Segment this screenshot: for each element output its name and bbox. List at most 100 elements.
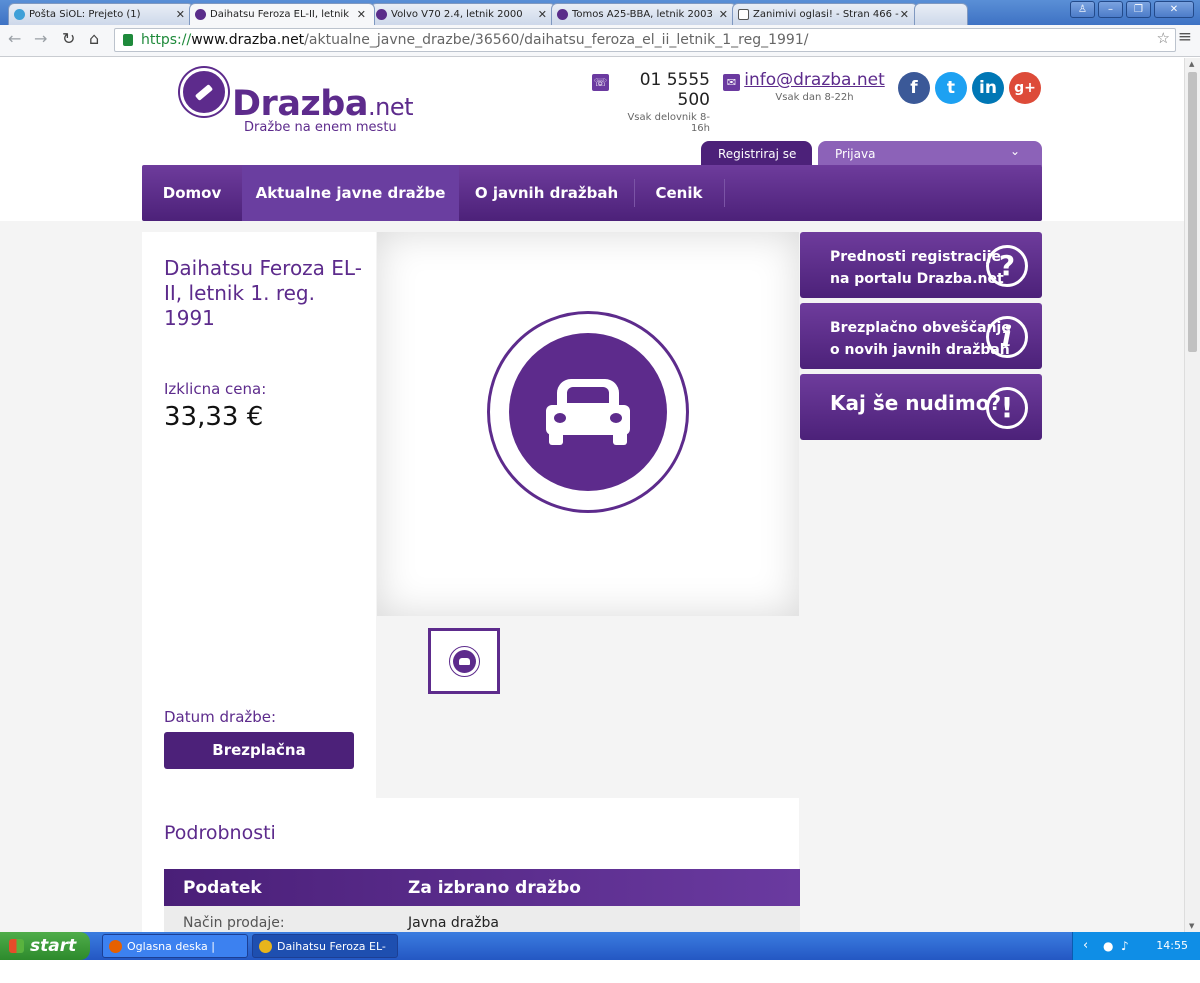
page-viewport: Drazba.net Dražbe na enem mestu ☏ 01 555…: [0, 58, 1184, 932]
auction-date-label: Datum dražbe:: [164, 708, 277, 726]
free-registration-button[interactable]: Brezplačna registracija: [164, 732, 354, 796]
phone-icon: ☏: [592, 74, 609, 91]
close-tab-icon[interactable]: ✕: [900, 8, 909, 21]
browser-tab-2[interactable]: Daihatsu Feroza EL-II, letnik ✕: [189, 3, 375, 25]
main-navigation: Domov Aktualne javne dražbe O javnih dra…: [142, 165, 1042, 221]
auction-title: Daihatsu Feroza EL-II, letnik 1. reg. 19…: [164, 256, 362, 330]
login-tab[interactable]: Prijava ⌄: [818, 141, 1042, 166]
browser-tab-strip: Pošta SiOL: Prejeto (1) ✕ Daihatsu Feroz…: [0, 0, 1200, 25]
firefox-icon: [109, 940, 122, 953]
tab-title: Daihatsu Feroza EL-II, letnik: [210, 9, 349, 20]
register-tab[interactable]: Registriraj se: [701, 141, 812, 166]
volume-icon[interactable]: ♪: [1121, 932, 1129, 960]
phone-number: 01 5555 500: [639, 70, 710, 110]
close-window-button[interactable]: ✕: [1154, 1, 1194, 18]
column-header: Za izbrano dražbo: [408, 878, 581, 898]
email-link[interactable]: info@drazba.net: [744, 70, 885, 90]
forward-icon[interactable]: →: [34, 29, 47, 48]
close-tab-icon[interactable]: ✕: [719, 8, 728, 21]
clock: 14:55: [1156, 939, 1188, 952]
lock-icon: [123, 34, 133, 46]
price-label: Izklicna cena:: [164, 380, 267, 398]
left-card-lower: Datum dražbe: Brezplačna registracija: [142, 498, 376, 798]
address-bar[interactable]: https://www.drazba.net/aktualne_javne_dr…: [114, 28, 1176, 52]
notifications-box[interactable]: Brezplačno obveščanje o novih javnih dra…: [800, 303, 1042, 369]
browser-toolbar: ← → ↻ ⌂ https://www.drazba.net/aktualne_…: [0, 25, 1200, 57]
url-scheme: https://: [141, 32, 192, 48]
email-hours: Vsak dan 8-22h: [775, 92, 854, 103]
tab-title: Tomos A25-BBA, letnik 2003: [572, 9, 713, 20]
close-tab-icon[interactable]: ✕: [176, 8, 185, 21]
bookmark-star-icon[interactable]: ☆: [1157, 29, 1170, 47]
maximize-button[interactable]: ❐: [1126, 1, 1151, 18]
siol-icon: [14, 9, 25, 20]
google-plus-icon[interactable]: g+: [1009, 72, 1041, 104]
tab-title: Volvo V70 2.4, letnik 2000: [391, 9, 523, 20]
menu-icon[interactable]: ≡: [1178, 27, 1192, 47]
phone-hours: Vsak delovnik 8-16h: [627, 112, 710, 134]
what-we-offer-box[interactable]: Kaj še nudimo? !: [800, 374, 1042, 440]
nav-about-auctions[interactable]: O javnih dražbah: [459, 165, 634, 221]
close-tab-icon[interactable]: ✕: [538, 8, 547, 21]
scrollbar[interactable]: ▲ ▼: [1184, 58, 1200, 932]
network-icon[interactable]: ●: [1103, 932, 1113, 960]
car-placeholder-icon: [487, 311, 689, 513]
new-tab-button[interactable]: [914, 3, 968, 25]
scroll-up-icon[interactable]: ▲: [1189, 60, 1194, 68]
exclamation-icon: !: [986, 387, 1028, 429]
twitter-icon[interactable]: t: [935, 72, 967, 104]
column-header: Podatek: [183, 878, 262, 898]
close-tab-icon[interactable]: ✕: [357, 8, 366, 21]
nav-current-auctions[interactable]: Aktualne javne dražbe: [242, 165, 459, 221]
browser-tab-1[interactable]: Pošta SiOL: Prejeto (1) ✕: [8, 3, 194, 25]
windows-flag-icon: [9, 939, 24, 953]
tray-expand-icon[interactable]: ‹: [1083, 932, 1088, 960]
mail-icon: [738, 9, 749, 20]
detail-label: Način prodaje:: [183, 915, 285, 931]
url-path: /aktualne_javne_drazbe/36560/daihatsu_fe…: [304, 32, 809, 48]
gavel-icon: [180, 68, 228, 116]
scroll-down-icon[interactable]: ▼: [1189, 922, 1194, 930]
main-image[interactable]: [377, 232, 799, 616]
info-icon: i: [986, 316, 1028, 358]
email-icon: ✉: [723, 74, 740, 91]
browser-tab-5[interactable]: Zanimivi oglasi! - Stran 466 - ✕: [732, 3, 918, 25]
registration-benefits-box[interactable]: Prednosti registracije na portalu Drazba…: [800, 232, 1042, 298]
back-icon[interactable]: ←: [8, 29, 21, 48]
browser-tab-3[interactable]: Volvo V70 2.4, letnik 2000 ✕: [370, 3, 556, 25]
linkedin-icon[interactable]: in: [972, 72, 1004, 104]
nav-divider: [724, 179, 725, 207]
details-table-header: Podatek Za izbrano dražbo: [164, 869, 800, 906]
detail-value: Javna dražba: [408, 915, 499, 931]
logo-word: Drazba.net: [232, 84, 414, 124]
taskbar-item-chrome[interactable]: Daihatsu Feroza EL-II...: [252, 934, 398, 977]
start-label: start: [30, 936, 77, 956]
tab-title: Zanimivi oglasi! - Stran 466 -: [753, 9, 899, 20]
browser-tab-4[interactable]: Tomos A25-BBA, letnik 2003 ✕: [551, 3, 737, 25]
phone-contact: 01 5555 500 Vsak delovnik 8-16h: [612, 70, 710, 134]
email-contact: info@drazba.net Vsak dan 8-22h: [744, 70, 885, 103]
image-thumbnail[interactable]: [428, 628, 500, 694]
taskbar: start Oglasna deska | Intra... Daihatsu …: [0, 932, 1200, 977]
scroll-thumb[interactable]: [1188, 72, 1197, 352]
login-tab-label: Prijava: [835, 147, 876, 161]
system-tray: ‹ ● ♪ 14:55: [1072, 932, 1200, 960]
drazba-icon: [376, 9, 387, 20]
taskbar-item-firefox[interactable]: Oglasna deska | Intra...: [102, 934, 248, 977]
window-controls: ♙ – ❐ ✕: [1070, 1, 1194, 18]
minimize-button[interactable]: –: [1098, 1, 1123, 18]
car-icon: [509, 333, 667, 491]
start-button[interactable]: start: [0, 932, 90, 960]
home-icon[interactable]: ⌂: [89, 29, 99, 48]
site-logo[interactable]: Drazba.net Dražbe na enem mestu: [180, 68, 420, 138]
details-title: Podrobnosti: [164, 822, 276, 844]
drazba-icon: [195, 9, 206, 20]
starting-price: 33,33 €: [164, 402, 264, 432]
chrome-icon: [259, 940, 272, 953]
nav-pricing[interactable]: Cenik: [634, 165, 724, 221]
nav-home[interactable]: Domov: [142, 165, 242, 221]
user-icon[interactable]: ♙: [1070, 1, 1095, 18]
table-row: Način prodaje: Javna dražba: [164, 906, 800, 932]
reload-icon[interactable]: ↻: [62, 29, 75, 48]
facebook-icon[interactable]: f: [898, 72, 930, 104]
